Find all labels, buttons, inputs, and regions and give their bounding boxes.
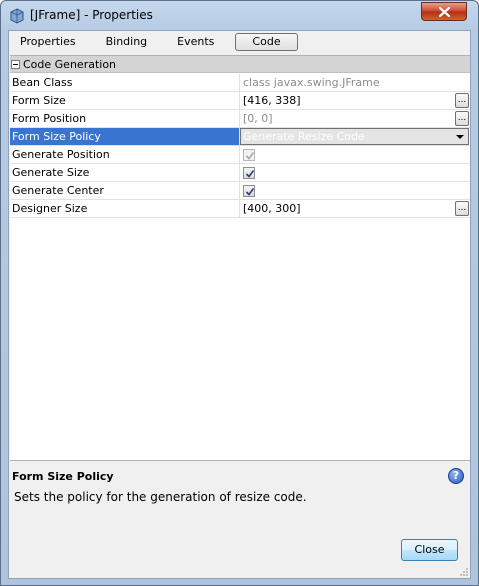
tab-events[interactable]: Events [168, 33, 223, 51]
category-code-generation[interactable]: Code Generation [10, 56, 470, 73]
property-name: Generate Position [10, 146, 240, 163]
property-value[interactable]: [0, 0] ... [240, 110, 470, 127]
description-text: Sets the policy for the generation of re… [14, 490, 307, 504]
property-row-form-size[interactable]: Form Size [416, 338] ... [10, 92, 470, 110]
window-title: [JFrame] - Properties [30, 8, 153, 22]
property-value [240, 164, 470, 181]
property-value-text: [416, 338] [243, 94, 301, 107]
tab-binding[interactable]: Binding [97, 33, 157, 51]
property-rows: Bean Class class javax.swing.JFrame Form… [10, 74, 470, 218]
title-bar[interactable]: [JFrame] - Properties [1, 1, 478, 31]
tab-bar: Properties Binding Events Code [11, 33, 310, 53]
property-value [240, 182, 470, 199]
property-name: Generate Size [10, 164, 240, 181]
app-icon [10, 8, 24, 24]
property-value-text: [400, 300] [243, 202, 301, 215]
generate-position-checkbox [243, 149, 255, 161]
property-row-designer-size[interactable]: Designer Size [400, 300] ... [10, 200, 470, 218]
property-row-bean-class[interactable]: Bean Class class javax.swing.JFrame [10, 74, 470, 92]
property-name: Bean Class [10, 74, 240, 91]
tab-code[interactable]: Code [235, 33, 298, 51]
property-row-generate-center[interactable]: Generate Center [10, 182, 470, 200]
property-row-form-position[interactable]: Form Position [0, 0] ... [10, 110, 470, 128]
generate-size-checkbox[interactable] [243, 167, 255, 179]
property-name: Form Position [10, 110, 240, 127]
dialog-content: Properties Binding Events Code Code Gene… [8, 30, 471, 579]
category-label: Code Generation [23, 57, 117, 71]
edit-ellipsis-button[interactable]: ... [455, 201, 469, 216]
property-row-generate-position[interactable]: Generate Position [10, 146, 470, 164]
property-value-text: [0, 0] [243, 112, 273, 125]
resize-grip-icon[interactable] [459, 567, 469, 577]
property-value: class javax.swing.JFrame [243, 76, 380, 89]
close-button[interactable]: Close [401, 539, 458, 561]
property-name: Generate Center [10, 182, 240, 199]
help-icon[interactable]: ? [448, 468, 464, 484]
checkmark-icon [245, 152, 255, 160]
property-name: Form Size [10, 92, 240, 109]
size-policy-dropdown[interactable]: Generate Resize Code [240, 128, 469, 145]
property-value [240, 146, 470, 163]
generate-center-checkbox[interactable] [243, 185, 255, 197]
edit-ellipsis-button[interactable]: ... [455, 93, 469, 108]
property-value[interactable]: [416, 338] ... [240, 92, 470, 109]
property-row-form-size-policy[interactable]: Form Size Policy Generate Resize Code [10, 128, 470, 146]
window-close-button[interactable] [421, 2, 467, 21]
dropdown-selected-value: Generate Resize Code [243, 130, 365, 143]
property-sheet: Code Generation Bean Class class javax.s… [10, 55, 470, 461]
property-row-generate-size[interactable]: Generate Size [10, 164, 470, 182]
close-icon [438, 6, 450, 17]
property-value[interactable]: [400, 300] ... [240, 200, 470, 217]
tab-properties[interactable]: Properties [11, 33, 85, 51]
properties-window: [JFrame] - Properties Properties Binding… [0, 0, 479, 586]
property-value[interactable]: Generate Resize Code [240, 128, 470, 145]
property-name: Designer Size [10, 200, 240, 217]
description-panel: Form Size Policy ? Sets the policy for t… [10, 463, 470, 578]
description-title: Form Size Policy [12, 470, 114, 483]
collapse-icon[interactable] [11, 59, 20, 69]
property-name: Form Size Policy [10, 128, 240, 145]
chevron-down-icon[interactable] [456, 135, 464, 139]
edit-ellipsis-button[interactable]: ... [455, 111, 469, 126]
checkmark-icon [245, 188, 255, 196]
checkmark-icon [245, 170, 255, 178]
